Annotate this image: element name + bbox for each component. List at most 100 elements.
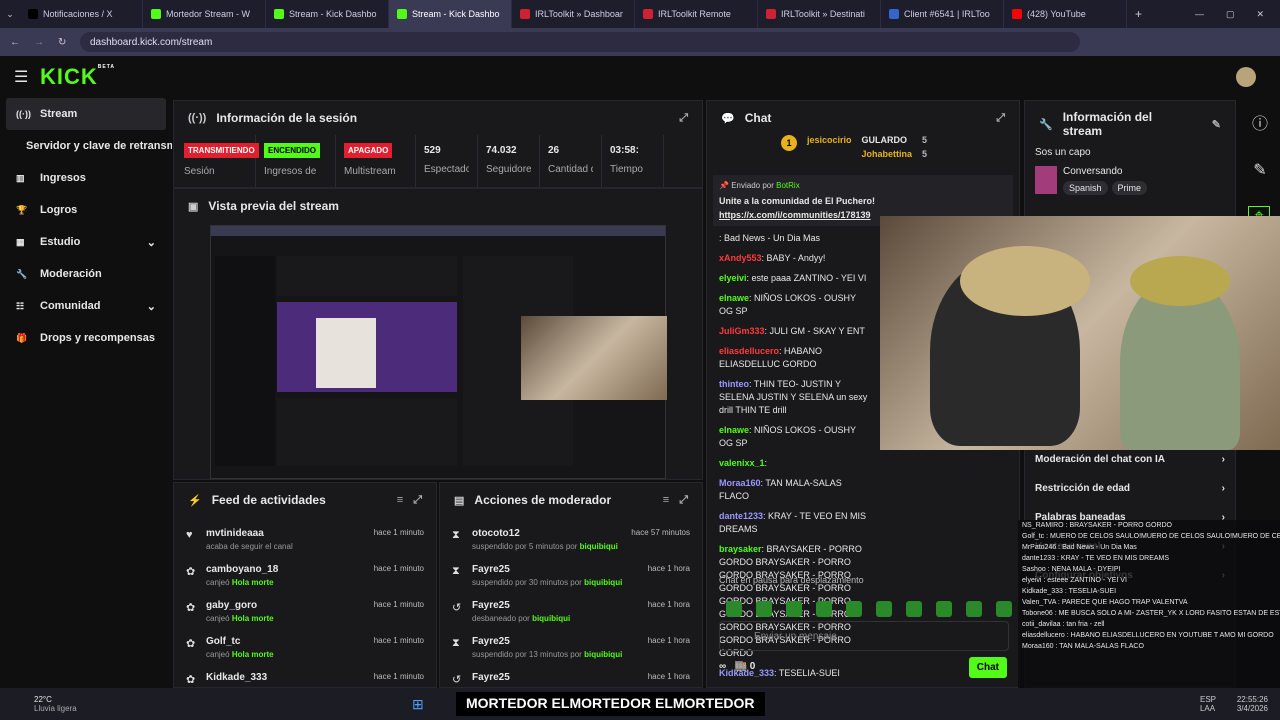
chat-username[interactable]: valenixx_1: [719, 458, 765, 468]
item-username[interactable]: Kidkade_333: [206, 672, 267, 683]
windows-start-icon[interactable]: ⊞: [412, 696, 424, 713]
chat-message[interactable]: : Bad News - Un Dia Mas: [707, 232, 881, 245]
item-highlight[interactable]: biquibiqui: [584, 578, 622, 587]
item-username[interactable]: Fayre25: [472, 636, 622, 647]
category-name[interactable]: Conversando: [1063, 166, 1147, 177]
chat-message[interactable]: dante1233: KRAY - TE VEO EN MIS DREAMS: [707, 510, 881, 536]
chat-message[interactable]: valenixx_1:: [707, 457, 881, 470]
browser-tab[interactable]: Client #6541 | IRLToo: [881, 0, 1004, 28]
tag-chip[interactable]: Prime: [1111, 181, 1148, 195]
list-item[interactable]: ✿ Golf_tc canjeó Hola morte hace 1 minuto: [174, 633, 436, 669]
filter-icon[interactable]: ≡: [663, 494, 669, 506]
chat-username[interactable]: elnawe: [719, 425, 749, 435]
chat-message[interactable]: JuliGm333: JULI GM - SKAY Y ENT: [707, 325, 881, 338]
browser-tab[interactable]: Stream - Kick Dashbo: [389, 0, 512, 28]
new-tab-button[interactable]: +: [1135, 7, 1142, 21]
item-username[interactable]: Fayre25: [472, 564, 622, 575]
emote-icon[interactable]: [816, 601, 832, 617]
browser-tab[interactable]: IRLToolkit Remote: [635, 0, 758, 28]
chat-message[interactable]: Moraa160: TAN MALA-SALAS FLACO: [707, 477, 881, 503]
close-icon[interactable]: ✕: [1256, 9, 1264, 20]
list-item[interactable]: ✿ gaby_goro canjeó Hola morte hace 1 minuto: [174, 597, 436, 633]
info-icon[interactable]: ⓘ: [1240, 110, 1280, 134]
chat-username[interactable]: elyeivi: [719, 273, 747, 283]
hamburger-menu-icon[interactable]: ☰: [14, 67, 28, 87]
item-highlight[interactable]: Hola morte: [232, 650, 274, 659]
tab-menu-icon[interactable]: ⌄: [0, 9, 20, 20]
pinned-user[interactable]: BotRix: [776, 181, 800, 190]
tag-chip[interactable]: Spanish: [1063, 181, 1108, 195]
list-item[interactable]: ⧗ otocoto12 suspendido por 5 minutos por b…: [440, 525, 702, 561]
edit-icon[interactable]: ✎: [1212, 118, 1221, 131]
expand-icon[interactable]: ⤢: [996, 112, 1005, 125]
url-field[interactable]: dashboard.kick.com/stream: [80, 32, 1080, 52]
emote-icon[interactable]: [726, 601, 742, 617]
chat-message[interactable]: elnawe: NIÑOS LOKOS - OUSHY OG SP: [707, 424, 881, 450]
item-username[interactable]: camboyano_18: [206, 564, 278, 575]
item-highlight[interactable]: biquibiqui: [532, 614, 570, 623]
emote-icon[interactable]: [996, 601, 1012, 617]
chat-message[interactable]: xAndy553: BABY - Andyy!: [707, 252, 881, 265]
chat-username[interactable]: thinteo: [719, 379, 749, 389]
stream-preview-video[interactable]: [210, 225, 667, 479]
language-indicator[interactable]: ESP LAA: [1200, 695, 1216, 713]
chat-message[interactable]: elyeivi: este paaa ZANTINO - YEI VI: [707, 272, 881, 285]
sidebar-item[interactable]: Servidor y clave de retransmisión: [0, 130, 172, 162]
reload-icon[interactable]: ↻: [58, 37, 66, 48]
emote-icon[interactable]: [846, 601, 862, 617]
emote-icon[interactable]: [756, 601, 772, 617]
item-username[interactable]: otocoto12: [472, 528, 618, 539]
chat-points[interactable]: ∞ 🏬 0: [719, 661, 755, 672]
item-username[interactable]: Fayre25: [472, 672, 510, 683]
emote-icon[interactable]: [906, 601, 922, 617]
sidebar-item[interactable]: 🔧 Moderación: [0, 258, 172, 290]
item-username[interactable]: mvtinideaaa: [206, 528, 293, 539]
emote-icon[interactable]: [876, 601, 892, 617]
minimize-icon[interactable]: —: [1195, 9, 1204, 20]
sidebar-item[interactable]: ▥ Ingresos: [0, 162, 172, 194]
kick-logo[interactable]: KICKBETA: [40, 64, 115, 90]
chat-paused-notice[interactable]: Chat en pausa para desplazamiento: [719, 575, 864, 585]
browser-tab[interactable]: (428) YouTube: [1004, 0, 1127, 28]
item-highlight[interactable]: biquibiqui: [580, 542, 618, 551]
sidebar-item[interactable]: ▦ Estudio ⌄: [0, 226, 172, 258]
stream-option[interactable]: Restricción de edad ›: [1025, 474, 1235, 503]
chat-username[interactable]: xAndy553: [719, 253, 762, 263]
item-username[interactable]: Golf_tc: [206, 636, 274, 647]
list-item[interactable]: ✿ camboyano_18 canjeó Hola morte hace 1 min…: [174, 561, 436, 597]
leader-name[interactable]: Johabettina: [862, 149, 913, 159]
chat-message[interactable]: elnawe: NIÑOS LOKOS - OUSHY OG SP: [707, 292, 881, 318]
chat-message[interactable]: eliasdellucero: HABANO ELIASDELLUC GORDO: [707, 345, 881, 371]
expand-icon[interactable]: ⤢: [413, 494, 422, 507]
expand-icon[interactable]: ⤢: [679, 494, 688, 507]
sidebar-item[interactable]: ((·)) Stream: [6, 98, 166, 130]
browser-tab[interactable]: Mortedor Stream - W: [143, 0, 266, 28]
list-item[interactable]: ♥ mvtinideaaa acaba de seguir el canal hace…: [174, 525, 436, 561]
list-item[interactable]: ⧗ Fayre25 suspendido por 30 minutos por bi…: [440, 561, 702, 597]
back-icon[interactable]: ←: [10, 37, 20, 48]
leader-name[interactable]: GULARDO: [862, 135, 913, 145]
sidebar-item[interactable]: 🎁 Drops y recompensas: [0, 322, 172, 354]
sidebar-item[interactable]: ☷ Comunidad ⌄: [0, 290, 172, 322]
item-username[interactable]: Fayre25: [472, 600, 570, 611]
forward-icon[interactable]: →: [34, 37, 44, 48]
chat-username[interactable]: elnawe: [719, 293, 749, 303]
item-highlight[interactable]: Hola morte: [232, 578, 274, 587]
leader-name[interactable]: jesicocirio: [807, 135, 852, 159]
chat-username[interactable]: braysaker: [719, 544, 762, 554]
filter-icon[interactable]: ≡: [397, 494, 403, 506]
sidebar-item[interactable]: 🏆 Logros: [0, 194, 172, 226]
browser-tab[interactable]: IRLToolkit » Destinati: [758, 0, 881, 28]
item-username[interactable]: gaby_goro: [206, 600, 274, 611]
chat-username[interactable]: JuliGm333: [719, 326, 765, 336]
list-item[interactable]: ⧗ Fayre25 suspendido por 13 minutos por bi…: [440, 633, 702, 669]
chat-message[interactable]: thinteo: THIN TEO- JUSTIN Y SELENA JUSTI…: [707, 378, 881, 417]
maximize-icon[interactable]: ▢: [1226, 9, 1235, 20]
chat-username[interactable]: dante1233: [719, 511, 763, 521]
category-thumbnail[interactable]: [1035, 166, 1057, 194]
emote-icon[interactable]: [936, 601, 952, 617]
avatar[interactable]: [1236, 67, 1256, 87]
emote-icon[interactable]: [966, 601, 982, 617]
chat-send-button[interactable]: Chat: [968, 657, 1007, 678]
pencil-icon[interactable]: ✎: [1240, 160, 1280, 180]
